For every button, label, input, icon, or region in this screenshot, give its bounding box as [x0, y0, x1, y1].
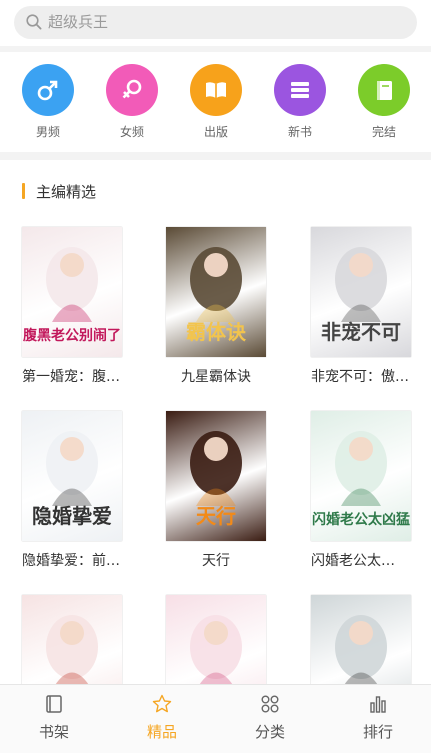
book-item[interactable]: 腹黑老公别闹了第一婚宠：腹… [22, 227, 132, 386]
book-title[interactable]: 非宠不可：傲… [311, 366, 421, 386]
category-publish[interactable]: 出版 [186, 64, 246, 140]
section-accent-bar [22, 183, 25, 199]
new-book-icon [274, 64, 326, 116]
book-cover[interactable]: 天行 [166, 411, 266, 541]
nav-ranking[interactable]: 排行 [324, 685, 431, 753]
category-female[interactable]: 女频 [102, 64, 162, 140]
category-label: 完结 [371, 125, 396, 139]
book-title[interactable]: 闪婚老公太… [311, 550, 421, 570]
cover-title-text: 非宠不可 [321, 320, 401, 344]
category-label: 新书 [287, 125, 312, 139]
book-title[interactable]: 第一婚宠：腹… [22, 366, 132, 386]
search-bar: 超级兵王 [0, 0, 431, 46]
book-cover[interactable]: 隐婚挚爱 [22, 411, 122, 541]
nav-featured[interactable]: 精品 [108, 685, 216, 753]
section-title: 主编精选 [36, 183, 97, 201]
cover-title-text: 闪婚老公太凶猛 [312, 512, 410, 528]
book-cover[interactable]: 霸体诀 [166, 227, 266, 357]
cover-title-text: 腹黑老公别闹了 [23, 328, 121, 344]
bar-chart-icon [370, 696, 386, 713]
cover-title-text: 天行 [196, 504, 236, 528]
category-finished[interactable]: 完结 [354, 64, 414, 140]
category-male[interactable]: 男频 [18, 64, 78, 140]
divider [0, 152, 431, 160]
book-cover[interactable]: 腹黑老公别闹了 [22, 227, 122, 357]
book-cover[interactable]: 非宠不可 [311, 227, 411, 357]
search-placeholder: 超级兵王 [48, 13, 109, 31]
book-item[interactable]: 闪婚老公太凶猛闪婚老公太… [311, 411, 421, 570]
nav-label: 排行 [362, 723, 393, 741]
book-item[interactable]: 非宠不可非宠不可：傲… [311, 227, 421, 386]
grid-icon [261, 695, 279, 713]
nav-label: 分类 [254, 723, 285, 741]
category-row: 男频 女频 出版 新书 完结 [0, 52, 431, 150]
category-label: 女频 [119, 125, 144, 139]
star-icon [152, 694, 172, 713]
cover-title-text: 霸体诀 [186, 320, 246, 344]
book-item[interactable]: 霸体诀 九星霸体诀 [166, 227, 276, 386]
female-icon [106, 64, 158, 116]
male-icon [22, 64, 74, 116]
open-book-icon [190, 64, 242, 116]
book-title[interactable]: 隐婚挚爱：前… [22, 550, 132, 570]
book-title[interactable]: 天行 [166, 550, 266, 570]
nav-category[interactable]: 分类 [216, 685, 324, 753]
search-icon [26, 14, 42, 30]
search-input[interactable]: 超级兵王 [14, 6, 417, 39]
book-item[interactable]: 天行 天行 [166, 411, 276, 570]
book-title[interactable]: 九星霸体诀 [166, 366, 266, 386]
category-new[interactable]: 新书 [270, 64, 330, 140]
finished-book-icon [358, 64, 410, 116]
cover-title-text: 隐婚挚爱 [32, 504, 112, 528]
category-label: 男频 [35, 125, 60, 139]
bookshelf-icon [46, 695, 62, 713]
nav-label: 精品 [146, 723, 177, 741]
nav-bookshelf[interactable]: 书架 [0, 685, 108, 753]
category-label: 出版 [203, 125, 228, 139]
bottom-nav: 书架 精品 分类 排行 [0, 684, 431, 753]
book-cover[interactable]: 闪婚老公太凶猛 [311, 411, 411, 541]
nav-label: 书架 [38, 723, 69, 741]
book-item[interactable]: 隐婚挚爱隐婚挚爱：前… [22, 411, 132, 570]
